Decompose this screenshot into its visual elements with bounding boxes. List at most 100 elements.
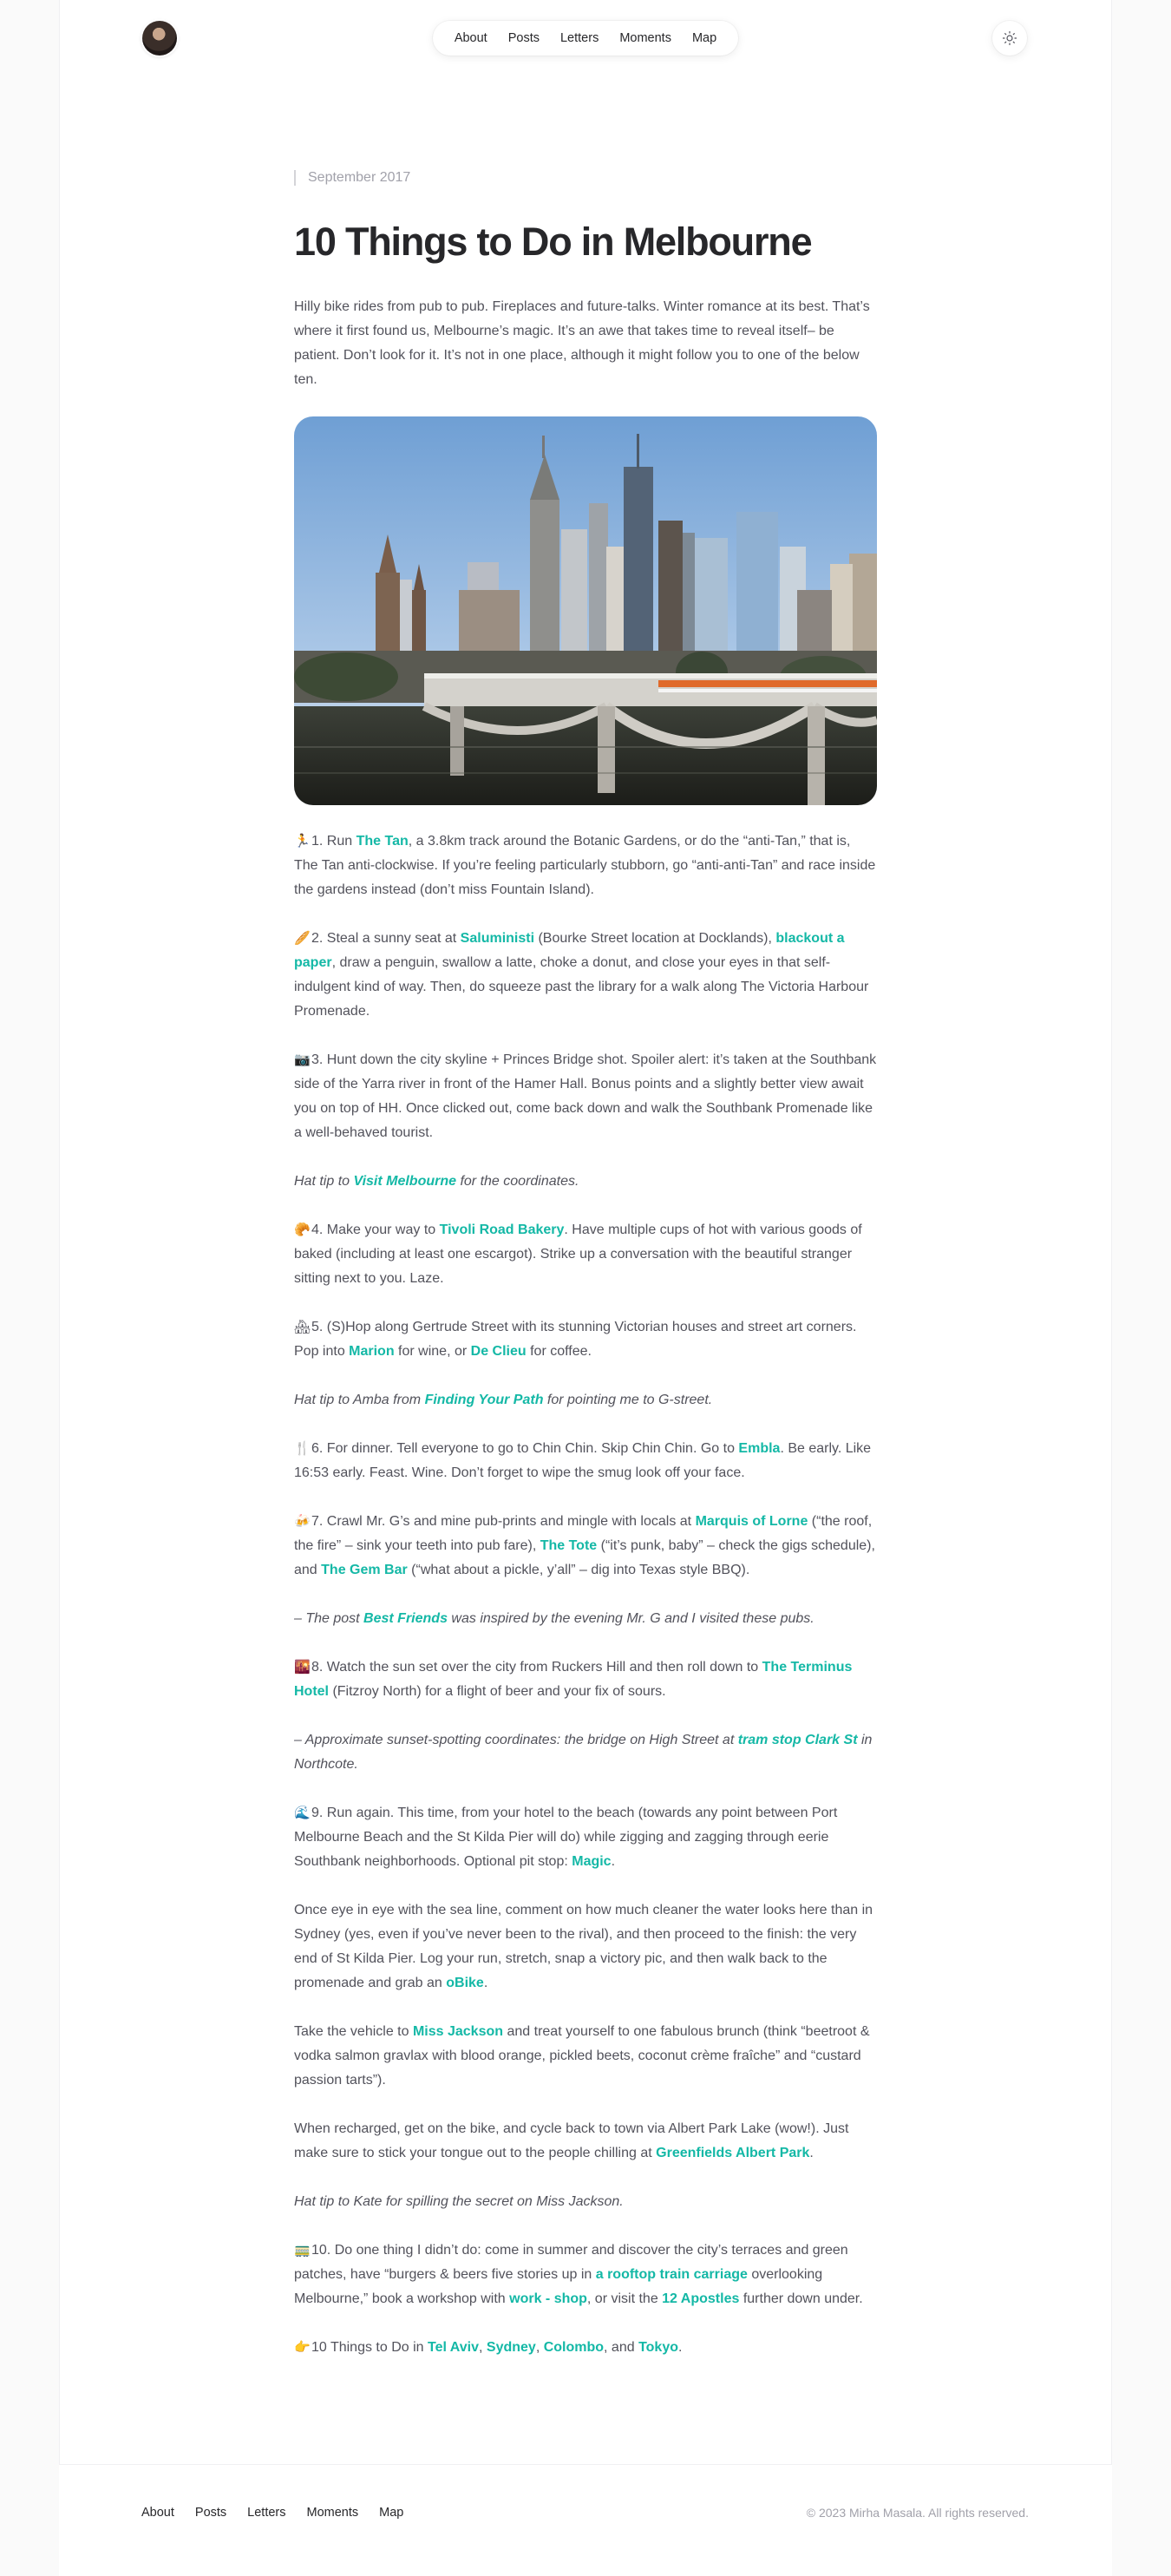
inline-link[interactable]: 12 Apostles bbox=[662, 2291, 739, 2306]
footer-nav-map[interactable]: Map bbox=[379, 2506, 403, 2520]
nav-about[interactable]: About bbox=[444, 31, 498, 45]
text-segment: for wine, or bbox=[394, 1344, 471, 1359]
emoji-icon: 🍴 bbox=[294, 1441, 311, 1456]
list-item: 🥖2. Steal a sunny seat at Saluministi (B… bbox=[294, 927, 877, 1024]
inline-link[interactable]: tram stop Clark St bbox=[738, 1733, 858, 1747]
text-segment: . bbox=[809, 2146, 814, 2160]
text-segment: , draw a penguin, swallow a latte, choke… bbox=[294, 955, 869, 1019]
article-intro: Hilly bike rides from pub to pub. Firepl… bbox=[294, 295, 877, 392]
main-nav: About Posts Letters Moments Map bbox=[433, 21, 738, 56]
inline-link[interactable]: Greenfields Albert Park bbox=[656, 2146, 809, 2160]
inline-link[interactable]: Colombo bbox=[544, 2340, 604, 2355]
list-item: 🌊9. Run again. This time, from your hote… bbox=[294, 1801, 877, 1874]
footer-nav-moments[interactable]: Moments bbox=[307, 2506, 359, 2520]
text-segment: 8. Watch the sun set over the city from … bbox=[311, 1660, 762, 1675]
text-segment: 3. Hunt down the city skyline + Princes … bbox=[294, 1052, 877, 1140]
inline-link[interactable]: De Clieu bbox=[471, 1344, 527, 1359]
inline-link[interactable]: The Gem Bar bbox=[321, 1563, 408, 1577]
list-item: 🏘5. (S)Hop along Gertrude Street with it… bbox=[294, 1315, 877, 1364]
list-item: 🏃1. Run The Tan, a 3.8km track around th… bbox=[294, 829, 877, 902]
text-segment: . bbox=[611, 1854, 616, 1869]
inline-link[interactable]: Tel Aviv bbox=[428, 2340, 479, 2355]
list-item: 🚃10. Do one thing I didn’t do: come in s… bbox=[294, 2238, 877, 2311]
text-segment: 9. Run again. This time, from your hotel… bbox=[294, 1806, 838, 1869]
list-item: 🍻7. Crawl Mr. G’s and mine pub-prints an… bbox=[294, 1510, 877, 1583]
text-segment: 4. Make your way to bbox=[311, 1222, 440, 1237]
inline-link[interactable]: Embla bbox=[738, 1441, 780, 1456]
emoji-icon: 🥖 bbox=[294, 931, 311, 946]
text-segment: Once eye in eye with the sea line, comme… bbox=[294, 1903, 873, 1990]
inline-link[interactable]: Saluministi bbox=[461, 931, 534, 946]
article-date: September 2017 bbox=[294, 170, 877, 186]
inline-link[interactable]: Tivoli Road Bakery bbox=[440, 1222, 565, 1237]
article-body: 🏃1. Run The Tan, a 3.8km track around th… bbox=[294, 829, 877, 2360]
text-segment: 1. Run bbox=[311, 834, 357, 849]
text-segment: , and bbox=[604, 2340, 639, 2355]
text-segment: , bbox=[535, 2340, 544, 2355]
list-item: 📷3. Hunt down the city skyline + Princes… bbox=[294, 1048, 877, 1145]
hat-tip-paragraph: Hat tip to Kate for spilling the secret … bbox=[294, 2190, 877, 2214]
melbourne-skyline-image bbox=[294, 416, 877, 805]
text-segment: – Approximate sunset-spotting coordinate… bbox=[294, 1733, 738, 1747]
list-item: 🥐4. Make your way to Tivoli Road Bakery.… bbox=[294, 1218, 877, 1291]
text-segment: for coffee. bbox=[526, 1344, 592, 1359]
text-segment: was inspired by the evening Mr. G and I … bbox=[447, 1611, 814, 1626]
emoji-icon: 📷 bbox=[294, 1052, 311, 1067]
inline-link[interactable]: Visit Melbourne bbox=[353, 1174, 456, 1189]
nav-map[interactable]: Map bbox=[682, 31, 727, 45]
text-segment: (Fitzroy North) for a flight of beer and… bbox=[329, 1684, 666, 1699]
emoji-icon: 🌇 bbox=[294, 1660, 311, 1675]
inline-link[interactable]: Finding Your Path bbox=[425, 1393, 544, 1407]
avatar[interactable] bbox=[142, 21, 177, 56]
nav-letters[interactable]: Letters bbox=[550, 31, 609, 45]
text-segment: 2. Steal a sunny seat at bbox=[311, 931, 461, 946]
article-title: 10 Things to Do in Melbourne bbox=[294, 220, 813, 264]
emoji-icon: 🚃 bbox=[294, 2243, 311, 2258]
hat-tip-paragraph: Hat tip to Amba from Finding Your Path f… bbox=[294, 1388, 877, 1413]
intro-paragraph: Hilly bike rides from pub to pub. Firepl… bbox=[294, 299, 870, 387]
list-item: Take the vehicle to Miss Jackson and tre… bbox=[294, 2020, 877, 2093]
text-segment: Hat tip to Kate for spilling the secret … bbox=[294, 2194, 624, 2209]
emoji-icon: 👉 bbox=[294, 2340, 311, 2355]
footer-nav-about[interactable]: About bbox=[141, 2506, 174, 2520]
article: September 2017 10 Things to Do in Melbou… bbox=[294, 170, 877, 2384]
sun-icon bbox=[1002, 30, 1017, 46]
list-item: 🌇8. Watch the sun set over the city from… bbox=[294, 1655, 877, 1704]
inline-link[interactable]: Sydney bbox=[487, 2340, 536, 2355]
nav-moments[interactable]: Moments bbox=[609, 31, 682, 45]
inline-link[interactable]: The Tan bbox=[357, 834, 409, 849]
text-segment: for the coordinates. bbox=[456, 1174, 579, 1189]
list-item: When recharged, get on the bike, and cyc… bbox=[294, 2117, 877, 2166]
emoji-icon: 🏃 bbox=[294, 834, 311, 849]
inline-link[interactable]: a rooftop train carriage bbox=[596, 2267, 748, 2282]
inline-link[interactable]: Best Friends bbox=[363, 1611, 448, 1626]
text-segment: , bbox=[479, 2340, 487, 2355]
text-segment: Take the vehicle to bbox=[294, 2024, 413, 2039]
text-segment: (“what about a pickle, y’all” – dig into… bbox=[407, 1563, 750, 1577]
footer: About Posts Letters Moments Map © 2023 M… bbox=[59, 2464, 1112, 2576]
inline-link[interactable]: oBike bbox=[446, 1976, 484, 1990]
inline-link[interactable]: work - shop bbox=[509, 2291, 587, 2306]
inline-link[interactable]: Miss Jackson bbox=[413, 2024, 503, 2039]
list-item: Once eye in eye with the sea line, comme… bbox=[294, 1898, 877, 1996]
nav-posts[interactable]: Posts bbox=[498, 31, 550, 45]
inline-link[interactable]: Magic bbox=[572, 1854, 611, 1869]
inline-link[interactable]: The Tote bbox=[540, 1538, 597, 1553]
footer-nav-posts[interactable]: Posts bbox=[195, 2506, 226, 2520]
hat-tip-paragraph: – Approximate sunset-spotting coordinate… bbox=[294, 1728, 877, 1777]
text-segment: 10 Things to Do in bbox=[311, 2340, 428, 2355]
text-segment: (Bourke Street location at Docklands), bbox=[534, 931, 776, 946]
inline-link[interactable]: Tokyo bbox=[638, 2340, 678, 2355]
text-segment: , or visit the bbox=[586, 2291, 663, 2306]
emoji-icon: 🏘 bbox=[294, 1320, 311, 1334]
inline-link[interactable]: Marquis of Lorne bbox=[696, 1514, 808, 1529]
theme-toggle-button[interactable] bbox=[992, 21, 1027, 56]
text-segment: 7. Crawl Mr. G’s and mine pub-prints and… bbox=[311, 1514, 696, 1529]
inline-link[interactable]: Marion bbox=[349, 1344, 394, 1359]
footer-nav-letters[interactable]: Letters bbox=[247, 2506, 285, 2520]
list-item: 👉10 Things to Do in Tel Aviv, Sydney, Co… bbox=[294, 2336, 877, 2360]
text-segment: 6. For dinner. Tell everyone to go to Ch… bbox=[311, 1441, 739, 1456]
emoji-icon: 🍻 bbox=[294, 1514, 311, 1529]
text-segment: Hat tip to Amba from bbox=[294, 1393, 425, 1407]
text-segment: – The post bbox=[294, 1611, 364, 1626]
